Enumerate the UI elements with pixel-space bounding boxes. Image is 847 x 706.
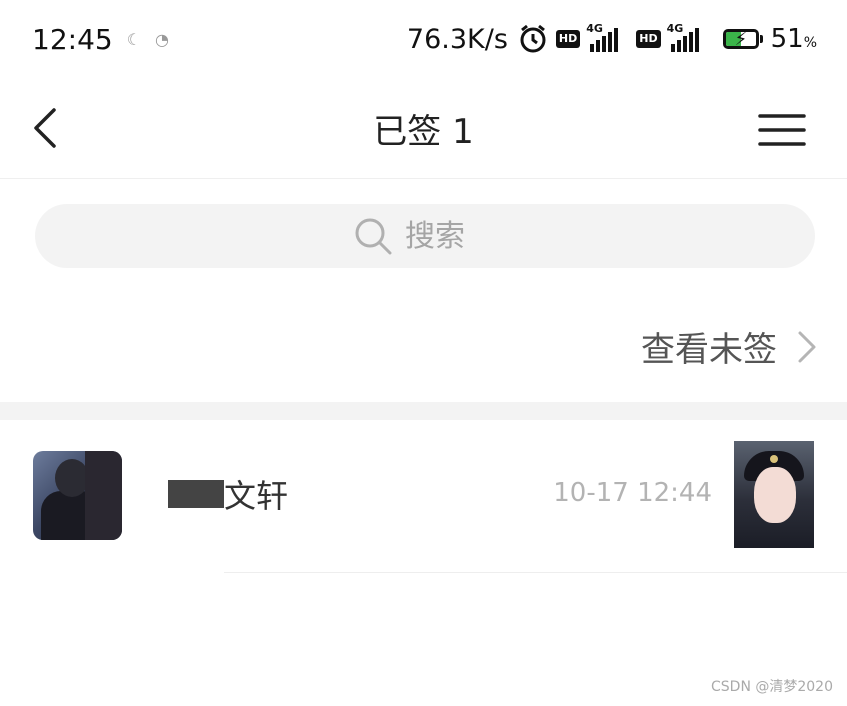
signature-thumbnail[interactable] xyxy=(734,441,814,548)
member-name: 文轩 xyxy=(168,474,289,515)
page-title: 已签 1 xyxy=(373,112,474,152)
nav-bar: 已签 1 xyxy=(0,78,847,178)
search-icon xyxy=(355,218,392,255)
network-speed: 76.3K/s xyxy=(406,23,508,55)
header-divider xyxy=(0,178,847,179)
status-left: 12:45 ☾ ◔ xyxy=(32,23,169,56)
redaction-block xyxy=(168,480,224,508)
battery-charging-icon: ⚡ xyxy=(722,29,763,49)
view-unsigned-link[interactable]: 查看未签 xyxy=(641,322,817,371)
moon-icon: ☾ xyxy=(126,29,142,49)
alarm-icon xyxy=(520,24,546,53)
menu-button[interactable] xyxy=(757,110,807,150)
clock: 12:45 xyxy=(32,22,113,56)
section-separator xyxy=(0,402,847,420)
search-input[interactable] xyxy=(403,217,497,255)
signed-list-item[interactable]: 文轩 10-17 12:44 xyxy=(0,420,847,572)
row-divider xyxy=(224,572,847,573)
battery-percent: 51% xyxy=(770,24,817,54)
member-name-text: 文轩 xyxy=(224,477,289,515)
network-type-1: 4G xyxy=(586,22,603,35)
signal-icon-2: 4G xyxy=(667,22,715,52)
avatar xyxy=(33,451,122,540)
view-unsigned-label: 查看未签 xyxy=(641,330,777,370)
status-bar: 12:45 ☾ ◔ 76.3K/s HD 4G HD 4G ⚡ 51% xyxy=(0,0,847,78)
watermark: CSDN @清梦2020 xyxy=(711,679,833,695)
hd-badge-1: HD xyxy=(555,30,581,48)
hamburger-menu-icon xyxy=(758,114,806,146)
signal-icon: 4G xyxy=(586,22,628,52)
network-type-2: 4G xyxy=(666,22,684,35)
hd-badge-2: HD xyxy=(636,30,661,48)
chevron-right-icon xyxy=(798,331,816,362)
status-right: 76.3K/s HD 4G HD 4G ⚡ 51% xyxy=(399,22,817,55)
notification-icon: ◔ xyxy=(155,29,170,49)
sign-timestamp: 10-17 12:44 xyxy=(553,478,712,508)
search-box[interactable] xyxy=(35,204,815,268)
